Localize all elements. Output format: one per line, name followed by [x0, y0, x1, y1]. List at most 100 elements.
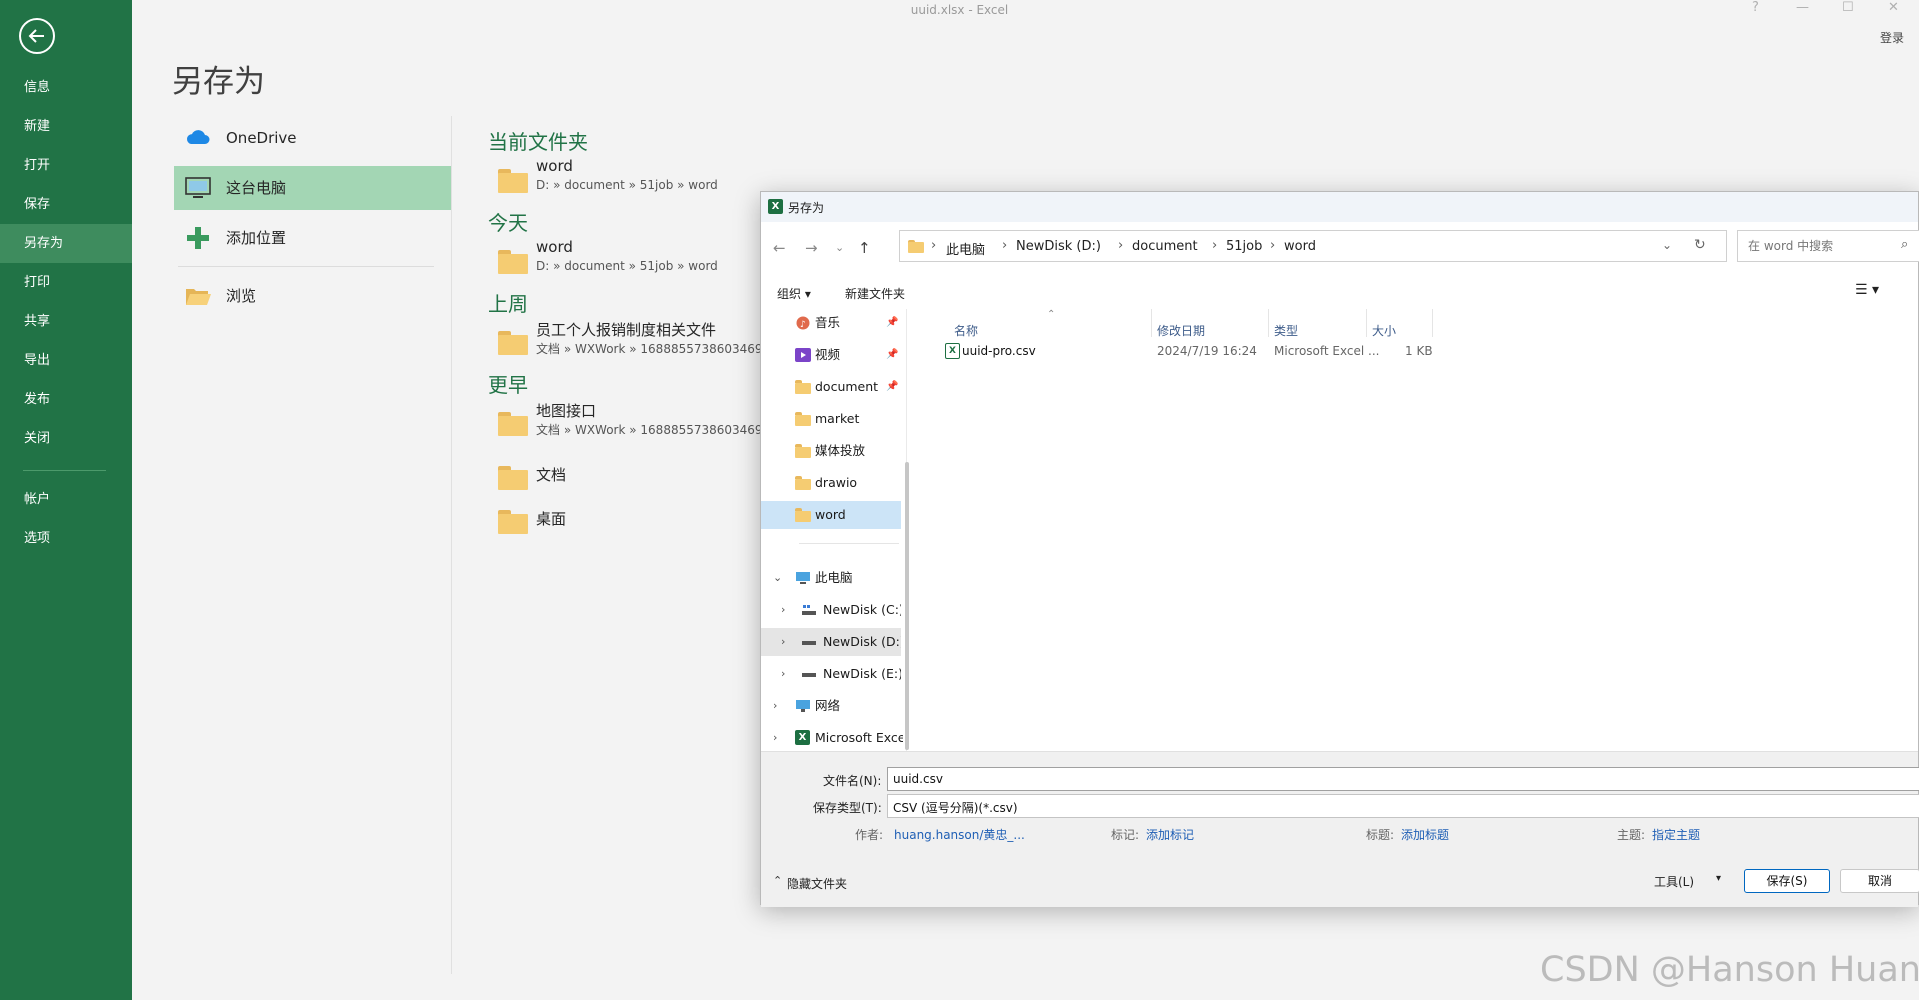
back-button[interactable]	[19, 18, 55, 54]
up-arrow-icon[interactable]: ↑	[858, 239, 871, 257]
forward-arrow-icon[interactable]: →	[805, 239, 818, 257]
address-dropdown-chevron-icon[interactable]: ⌄	[1662, 238, 1672, 252]
back-arrow-icon[interactable]: ←	[773, 239, 786, 257]
tree-item-microsoft-excel[interactable]: › X Microsoft Excel	[761, 724, 903, 752]
tree-scrollbar[interactable]	[905, 462, 909, 750]
filename-field[interactable]	[887, 767, 1919, 791]
address-bar[interactable]: › 此电脑 › NewDisk (D:) › document › 51job …	[899, 230, 1727, 262]
recent-folder[interactable]: word D: » document » 51job » word	[498, 238, 758, 282]
tags-value[interactable]: 添加标记	[1146, 826, 1194, 843]
column-divider[interactable]	[1366, 309, 1367, 337]
nav-share[interactable]: 共享	[0, 302, 132, 341]
tree-item-label: drawio	[815, 475, 858, 490]
chevron-right-icon[interactable]: ›	[773, 692, 777, 720]
recent-locations-chevron-icon[interactable]: ⌄	[835, 241, 844, 254]
tree-item-label: 音乐	[815, 315, 841, 330]
tree-item-videos[interactable]: 视频 📌	[761, 341, 901, 369]
filename-input[interactable]	[891, 771, 1495, 787]
view-options-icon[interactable]: ☰ ▾	[1855, 282, 1879, 298]
nav-print[interactable]: 打印	[0, 263, 132, 302]
new-folder-button[interactable]: 新建文件夹	[845, 285, 905, 302]
nav-export[interactable]: 导出	[0, 341, 132, 380]
login-link[interactable]: 登录	[1880, 29, 1904, 46]
author-value[interactable]: huang.hanson/黄忠_...	[894, 826, 1025, 843]
tree-item-word[interactable]: word	[761, 501, 901, 529]
tree-item-disk-d[interactable]: › NewDisk (D:)	[761, 628, 901, 656]
tools-dropdown-icon[interactable]: ▾	[1716, 873, 1721, 884]
nav-save-as[interactable]: 另存为	[0, 224, 132, 263]
chevron-right-icon[interactable]: ›	[773, 724, 777, 752]
tree-item-disk-c[interactable]: › NewDisk (C:)	[761, 596, 901, 624]
backstage-nav: 信息 新建 打开 保存 另存为 打印 共享 导出 发布 关闭 帐户 选项	[0, 0, 132, 1000]
drive-icon	[802, 673, 816, 677]
folder-path: D: » document » 51job » word	[536, 178, 718, 192]
folder-name: 文档	[536, 466, 567, 484]
location-this-pc[interactable]: 这台电脑	[174, 166, 452, 210]
tree-item-media[interactable]: 媒体投放	[761, 437, 901, 465]
column-header-modified[interactable]: 修改日期	[1157, 322, 1205, 339]
tree-item-drawio[interactable]: drawio	[761, 469, 901, 497]
minimize-button[interactable]: —	[1796, 0, 1809, 15]
hide-folders-toggle[interactable]: 隐藏文件夹	[787, 875, 847, 892]
tree-item-disk-e[interactable]: › NewDisk (E:)	[761, 660, 901, 688]
nav-close[interactable]: 关闭	[0, 419, 132, 458]
tree-item-market[interactable]: market	[761, 405, 901, 433]
location-browse[interactable]: 浏览	[174, 274, 452, 318]
recent-folder[interactable]: 地图接口 文档 » WXWork » 1688855738603469	[498, 400, 763, 444]
breadcrumb-item[interactable]: word	[1284, 239, 1316, 254]
location-onedrive[interactable]: OneDrive	[174, 116, 452, 160]
location-add-place[interactable]: 添加位置	[174, 216, 452, 260]
subject-value[interactable]: 指定主题	[1652, 826, 1700, 843]
tree-item-network[interactable]: › 网络	[761, 692, 901, 720]
folder-desktop[interactable]: 桌面	[498, 498, 698, 542]
group-title-current: 当前文件夹	[488, 130, 588, 154]
recent-folder[interactable]: 员工个人报销制度相关文件 文档 » WXWork » 1688855738603…	[498, 319, 763, 363]
tools-button[interactable]: 工具(L)	[1654, 873, 1694, 890]
column-divider[interactable]	[1268, 309, 1269, 337]
chevron-up-icon[interactable]: ⌃	[773, 874, 782, 887]
column-header-size[interactable]: 大小	[1372, 322, 1396, 339]
close-window-button[interactable]: ✕	[1888, 0, 1899, 15]
nav-publish[interactable]: 发布	[0, 380, 132, 419]
tree-item-this-pc[interactable]: ⌄ 此电脑	[761, 564, 901, 592]
pin-icon: 📌	[886, 317, 899, 328]
tree-item-document[interactable]: document 📌	[761, 373, 901, 401]
nav-info[interactable]: 信息	[0, 68, 132, 107]
nav-save[interactable]: 保存	[0, 185, 132, 224]
save-button[interactable]: 保存(S)	[1744, 869, 1830, 893]
nav-new[interactable]: 新建	[0, 107, 132, 146]
recent-folder[interactable]: word D: » document » 51job » word	[498, 157, 758, 201]
excel-icon: X	[795, 730, 810, 745]
breadcrumb-item[interactable]: document	[1132, 239, 1198, 254]
breadcrumb-item[interactable]: 此电脑	[946, 239, 985, 258]
chevron-right-icon[interactable]: ›	[781, 660, 785, 688]
nav-options[interactable]: 选项	[0, 519, 132, 558]
chevron-down-icon[interactable]: ⌄	[773, 564, 782, 592]
column-header-name[interactable]: 名称	[954, 322, 978, 339]
folder-icon	[795, 444, 811, 458]
search-icon[interactable]: ⌕	[1901, 237, 1908, 252]
folder-documents[interactable]: 文档	[498, 454, 698, 498]
organize-button[interactable]: 组织 ▾	[777, 285, 811, 302]
cancel-button[interactable]: 取消	[1840, 869, 1919, 893]
nav-open[interactable]: 打开	[0, 146, 132, 185]
column-divider[interactable]	[1151, 309, 1152, 337]
breadcrumb-item[interactable]: 51job	[1226, 239, 1262, 254]
search-box[interactable]: ⌕	[1737, 230, 1919, 262]
nav-account[interactable]: 帐户	[0, 480, 132, 519]
title-value[interactable]: 添加标题	[1401, 826, 1449, 843]
chevron-right-icon[interactable]: ›	[781, 628, 785, 656]
help-button[interactable]: ?	[1752, 0, 1759, 15]
search-input[interactable]	[1746, 238, 1900, 254]
column-divider[interactable]	[1432, 309, 1433, 337]
column-header-type[interactable]: 类型	[1274, 322, 1298, 339]
folder-icon	[498, 250, 528, 274]
filetype-select[interactable]: CSV (逗号分隔)(*.csv)	[887, 794, 1919, 818]
page-title: 另存为	[172, 64, 265, 100]
refresh-icon[interactable]: ↻	[1694, 237, 1706, 253]
file-row[interactable]: X uuid-pro.csv 2024/7/19 16:24 Microsoft…	[937, 338, 1537, 362]
chevron-right-icon[interactable]: ›	[781, 596, 785, 624]
tree-item-music[interactable]: ♪ 音乐 📌	[761, 309, 901, 337]
breadcrumb-item[interactable]: NewDisk (D:)	[1016, 239, 1101, 254]
maximize-button[interactable]: ☐	[1842, 0, 1854, 15]
